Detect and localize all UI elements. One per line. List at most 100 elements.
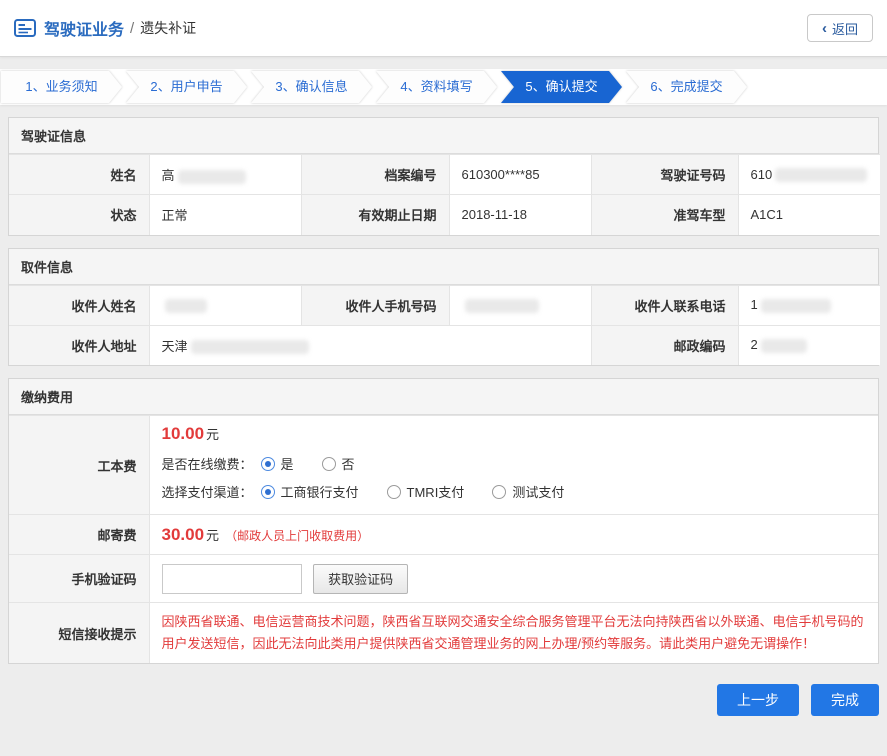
section-title-license: 驾驶证信息: [9, 118, 878, 154]
radio-checked-icon: [261, 485, 275, 499]
redaction-smudge: [465, 299, 539, 313]
production-fee-unit: 元: [206, 424, 219, 443]
field-value-recipient-name: [149, 285, 301, 325]
field-value-recipient-address: 天津: [149, 325, 591, 365]
breadcrumb-divider: /: [130, 20, 134, 37]
radio-online-no-label: 否: [342, 454, 355, 473]
sms-code-input[interactable]: [162, 564, 302, 594]
online-pay-question-row: 是否在线缴费： 是 否: [162, 454, 867, 473]
field-value-license-number: 610: [738, 155, 880, 195]
prev-step-button[interactable]: 上一步: [717, 684, 799, 716]
pay-channel-row: 选择支付渠道： 工商银行支付 TMRI支付 测试支付: [162, 482, 867, 501]
step-1-business-notice[interactable]: 1、业务须知: [1, 71, 122, 103]
step-5-confirm-submit[interactable]: 5、确认提交: [501, 71, 622, 103]
field-value-postal-code: 2: [738, 325, 880, 365]
breadcrumb: 驾驶证业务 / 遗失补证: [14, 16, 196, 40]
radio-online-no[interactable]: 否: [322, 454, 355, 473]
postage-fee-label: 邮寄费: [9, 515, 149, 555]
postage-fee-cell: 30.00元 （邮政人员上门收取费用）: [149, 515, 878, 555]
fees-table: 工本费 10.00 元 是否在线缴费： 是 否: [9, 415, 878, 663]
step-2-user-declaration[interactable]: 2、用户申告: [126, 71, 247, 103]
field-label-file-number: 档案编号: [301, 155, 449, 195]
table-row: 收件人地址 天津 邮政编码 2: [9, 325, 880, 365]
section-title-fees: 缴纳费用: [9, 379, 878, 415]
field-value-name: 高: [149, 155, 301, 195]
table-row: 姓名 高 档案编号 610300****85 驾驶证号码 610: [9, 155, 880, 195]
table-row: 收件人姓名 收件人手机号码 收件人联系电话 1: [9, 285, 880, 325]
table-row: 短信接收提示 因陕西省联通、电信运营商技术问题，陕西省互联网交通安全综合服务管理…: [9, 603, 878, 664]
postage-fee-note: （邮政人员上门收取费用）: [225, 529, 369, 543]
sms-code-cell: 获取验证码: [149, 555, 878, 603]
redaction-smudge: [761, 299, 831, 313]
production-fee-cell: 10.00 元 是否在线缴费： 是 否 选择支付渠道：: [149, 416, 878, 515]
step-3-confirm-info[interactable]: 3、确认信息: [251, 71, 372, 103]
license-info-table: 姓名 高 档案编号 610300****85 驾驶证号码 610 状态 正常 有…: [9, 154, 880, 235]
table-row: 手机验证码 获取验证码: [9, 555, 878, 603]
section-title-pickup: 取件信息: [9, 249, 878, 285]
field-label-recipient-address: 收件人地址: [9, 325, 149, 365]
radio-unchecked-icon: [387, 485, 401, 499]
fees-section: 缴纳费用 工本费 10.00 元 是否在线缴费： 是: [8, 378, 879, 664]
page-title: 驾驶证业务: [44, 16, 124, 40]
production-fee-amount: 10.00: [162, 424, 205, 444]
field-value-recipient-phone: 1: [738, 285, 880, 325]
license-info-section: 驾驶证信息 姓名 高 档案编号 610300****85 驾驶证号码 610 状…: [8, 117, 879, 236]
footer-actions: 上一步 完成: [8, 684, 879, 716]
radio-unchecked-icon: [322, 457, 336, 471]
field-label-postal-code: 邮政编码: [591, 325, 738, 365]
redaction-smudge: [761, 339, 807, 353]
field-label-recipient-phone: 收件人联系电话: [591, 285, 738, 325]
table-row: 邮寄费 30.00元 （邮政人员上门收取费用）: [9, 515, 878, 555]
radio-unchecked-icon: [492, 485, 506, 499]
radio-channel-test-label: 测试支付: [512, 482, 564, 501]
field-value-vehicle-class: A1C1: [738, 195, 880, 235]
production-fee-label: 工本费: [9, 416, 149, 515]
radio-online-yes-label: 是: [281, 454, 294, 473]
radio-channel-tmri[interactable]: TMRI支付: [387, 482, 465, 501]
pay-channel-question: 选择支付渠道：: [162, 482, 253, 501]
radio-online-yes[interactable]: 是: [261, 454, 294, 473]
topbar: 驾驶证业务 / 遗失补证 ‹ 返回: [0, 0, 887, 57]
field-label-vehicle-class: 准驾车型: [591, 195, 738, 235]
step-6-complete-submit[interactable]: 6、完成提交: [626, 71, 747, 103]
radio-channel-icbc-label: 工商银行支付: [281, 482, 359, 501]
get-code-button[interactable]: 获取验证码: [313, 564, 408, 594]
redaction-smudge: [178, 170, 246, 184]
field-label-name: 姓名: [9, 155, 149, 195]
pickup-info-table: 收件人姓名 收件人手机号码 收件人联系电话 1 收件人地址 天津 邮政编码 2: [9, 285, 880, 366]
step-nav: 1、业务须知 2、用户申告 3、确认信息 4、资料填写 5、确认提交 6、完成提…: [0, 69, 887, 105]
sms-notice-label: 短信接收提示: [9, 603, 149, 664]
postage-fee-unit: 元: [206, 528, 219, 543]
radio-channel-tmri-label: TMRI支付: [407, 482, 465, 501]
field-label-license-number: 驾驶证号码: [591, 155, 738, 195]
back-button-label: 返回: [832, 19, 858, 38]
table-row: 状态 正常 有效期止日期 2018-11-18 准驾车型 A1C1: [9, 195, 880, 235]
field-label-valid-until: 有效期止日期: [301, 195, 449, 235]
sms-code-label: 手机验证码: [9, 555, 149, 603]
postage-fee-amount: 30.00: [162, 525, 205, 544]
radio-checked-icon: [261, 457, 275, 471]
pickup-info-section: 取件信息 收件人姓名 收件人手机号码 收件人联系电话 1 收件人地址 天津: [8, 248, 879, 367]
back-button[interactable]: ‹ 返回: [807, 14, 873, 42]
license-business-icon: [14, 19, 36, 37]
field-value-valid-until: 2018-11-18: [449, 195, 591, 235]
online-pay-question: 是否在线缴费：: [162, 454, 253, 473]
sms-notice-text: 因陕西省联通、电信运营商技术问题，陕西省互联网交通安全综合服务管理平台无法向持陕…: [162, 607, 867, 659]
redaction-smudge: [165, 299, 207, 313]
radio-channel-icbc[interactable]: 工商银行支付: [261, 482, 359, 501]
table-row: 工本费 10.00 元 是否在线缴费： 是 否: [9, 416, 878, 515]
finish-button[interactable]: 完成: [811, 684, 879, 716]
breadcrumb-current: 遗失补证: [140, 18, 196, 38]
production-fee-amount-line: 10.00 元: [162, 424, 867, 444]
field-label-recipient-name: 收件人姓名: [9, 285, 149, 325]
field-value-recipient-mobile: [449, 285, 591, 325]
field-value-file-number: 610300****85: [449, 155, 591, 195]
field-label-status: 状态: [9, 195, 149, 235]
step-4-fill-data[interactable]: 4、资料填写: [376, 71, 497, 103]
redaction-smudge: [775, 168, 867, 182]
sms-notice-cell: 因陕西省联通、电信运营商技术问题，陕西省互联网交通安全综合服务管理平台无法向持陕…: [149, 603, 878, 664]
radio-channel-test[interactable]: 测试支付: [492, 482, 564, 501]
field-value-status: 正常: [149, 195, 301, 235]
redaction-smudge: [191, 340, 309, 354]
chevron-left-icon: ‹: [822, 21, 827, 36]
